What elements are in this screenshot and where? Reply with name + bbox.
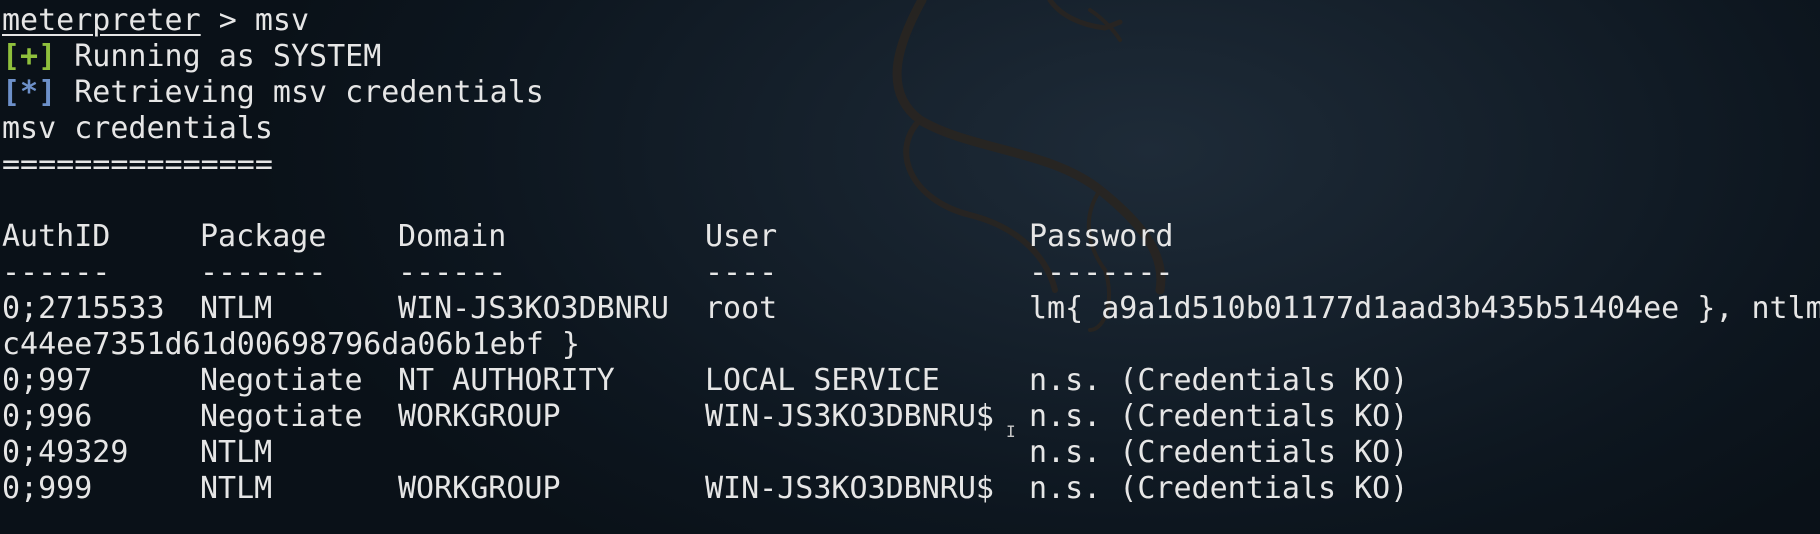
header-domain: Domain [398, 219, 507, 254]
cell-domain: WORKGROUP [398, 399, 561, 434]
separator-domain: ------ [398, 255, 507, 290]
cell-password: n.s. (Credentials KO) [1029, 399, 1409, 434]
prompt-line: meterpreter > msv [2, 3, 1820, 39]
wrapped-password-line: c44ee7351d61d00698796da06b1ebf } [2, 327, 580, 362]
separator-user: ---- [705, 255, 778, 290]
separator-package: ------- [200, 255, 327, 290]
cell-package: Negotiate [200, 363, 363, 398]
prompt-separator: > [200, 3, 255, 38]
header-user: User [705, 219, 778, 254]
prompt-command: msv [254, 3, 310, 38]
cell-package: NTLM [200, 291, 273, 326]
separator-authid: ------ [2, 255, 111, 290]
cell-domain: WIN-JS3KO3DBNRU [398, 291, 669, 326]
message-line-info: [*] Retrieving msv credentials [2, 75, 1820, 111]
cell-password: lm{ a9a1d510b01177d1aad3b435b51404ee }, … [1029, 291, 1820, 326]
table-row: 0;2715533 NTLM WIN-JS3KO3DBNRU root lm{ … [2, 291, 1820, 327]
cell-authid: 0;997 [2, 363, 93, 398]
table-row: 0;999 NTLM WORKGROUP WIN-JS3KO3DBNRU$ n.… [2, 471, 1820, 507]
cell-authid: 0;49329 [2, 435, 129, 470]
cell-user: root [705, 291, 778, 326]
cell-domain: WORKGROUP [398, 471, 561, 506]
header-password: Password [1029, 219, 1174, 254]
cell-password: n.s. (Credentials KO) [1029, 363, 1409, 398]
prompt-name: meterpreter [2, 3, 201, 38]
cell-domain: NT AUTHORITY [398, 363, 615, 398]
terminal-output: meterpreter > msv [+] Running as SYSTEM … [2, 3, 1820, 507]
table-row: 0;996 Negotiate WORKGROUP WIN-JS3KO3DBNR… [2, 399, 1820, 435]
table-row: 0;49329 NTLM n.s. (Credentials KO) [2, 435, 1820, 471]
cell-authid: 0;996 [2, 399, 93, 434]
cell-package: NTLM [200, 435, 273, 470]
section-underline: =============== [2, 147, 273, 182]
text-cursor-icon: I [1006, 422, 1016, 441]
terminal-window[interactable]: meterpreter > msv [+] Running as SYSTEM … [0, 0, 1820, 534]
info-tag: [*] [2, 75, 57, 110]
header-authid: AuthID [2, 219, 111, 254]
cell-password: n.s. (Credentials KO) [1029, 435, 1409, 470]
cell-user: WIN-JS3KO3DBNRU$ [705, 399, 994, 434]
table-row: 0;997 Negotiate NT AUTHORITY LOCAL SERVI… [2, 363, 1820, 399]
cell-authid: 0;999 [2, 471, 93, 506]
message-text: Retrieving msv credentials [56, 75, 544, 110]
cell-package: Negotiate [200, 399, 363, 434]
cell-package: NTLM [200, 471, 273, 506]
message-line-success: [+] Running as SYSTEM [2, 39, 1820, 75]
message-text: Running as SYSTEM [56, 39, 382, 74]
table-header-row: AuthID Package Domain User Password [2, 219, 1820, 255]
separator-password: -------- [1029, 255, 1174, 290]
success-tag: [+] [2, 39, 57, 74]
cell-user: WIN-JS3KO3DBNRU$ [705, 471, 994, 506]
header-package: Package [200, 219, 327, 254]
cell-password: n.s. (Credentials KO) [1029, 471, 1409, 506]
section-title: msv credentials [2, 111, 273, 146]
cell-authid: 0;2715533 [2, 291, 165, 326]
cell-user: LOCAL SERVICE [705, 363, 940, 398]
table-separator-row: ------ ------- ------ ---- -------- [2, 255, 1820, 291]
